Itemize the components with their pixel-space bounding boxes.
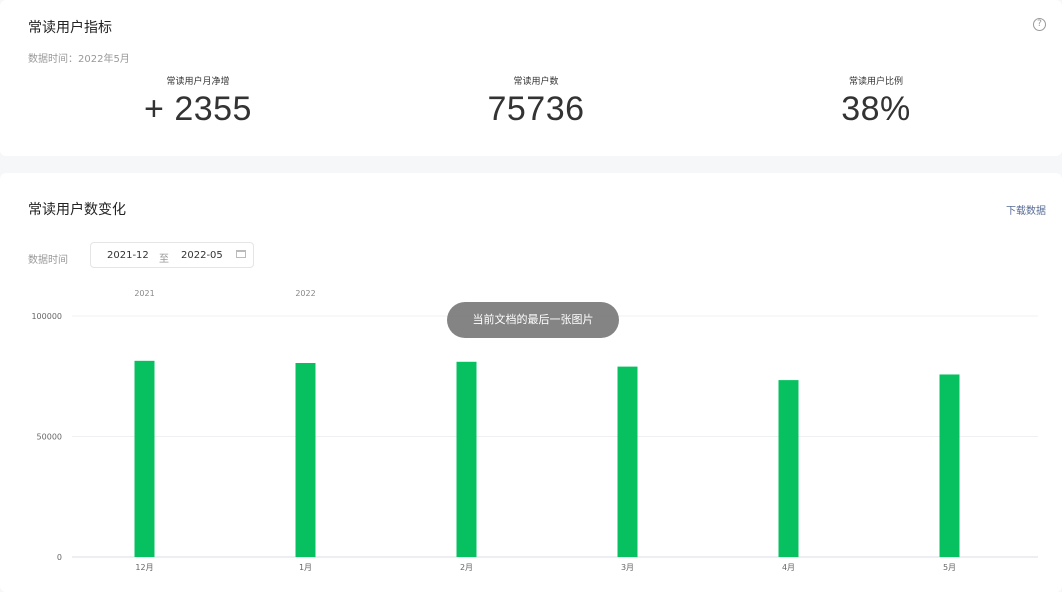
y-tick-label: 100000 — [31, 312, 62, 321]
x-tick-label: 3月 — [621, 563, 634, 572]
x-tick-label: 2月 — [460, 563, 473, 572]
y-tick-label: 0 — [57, 553, 62, 562]
year-label: 2022 — [295, 289, 315, 298]
x-tick-label: 12月 — [135, 563, 153, 572]
x-tick-label: 4月 — [782, 563, 795, 572]
y-tick-label: 50000 — [37, 433, 62, 442]
toast-message: 当前文档的最后一张图片 — [447, 302, 619, 338]
x-tick-label: 5月 — [943, 563, 956, 572]
bar — [617, 366, 638, 557]
bar — [939, 374, 960, 557]
year-label: 2021 — [134, 289, 154, 298]
bar — [295, 362, 316, 557]
bar — [456, 361, 477, 557]
bar — [778, 380, 799, 557]
user-count-bar-chart: 0 50000 100000 2021 2022 12月 1月 2月 3月 4月 5月 — [31, 289, 1038, 572]
x-tick-label: 1月 — [299, 563, 312, 572]
bar — [134, 360, 155, 557]
